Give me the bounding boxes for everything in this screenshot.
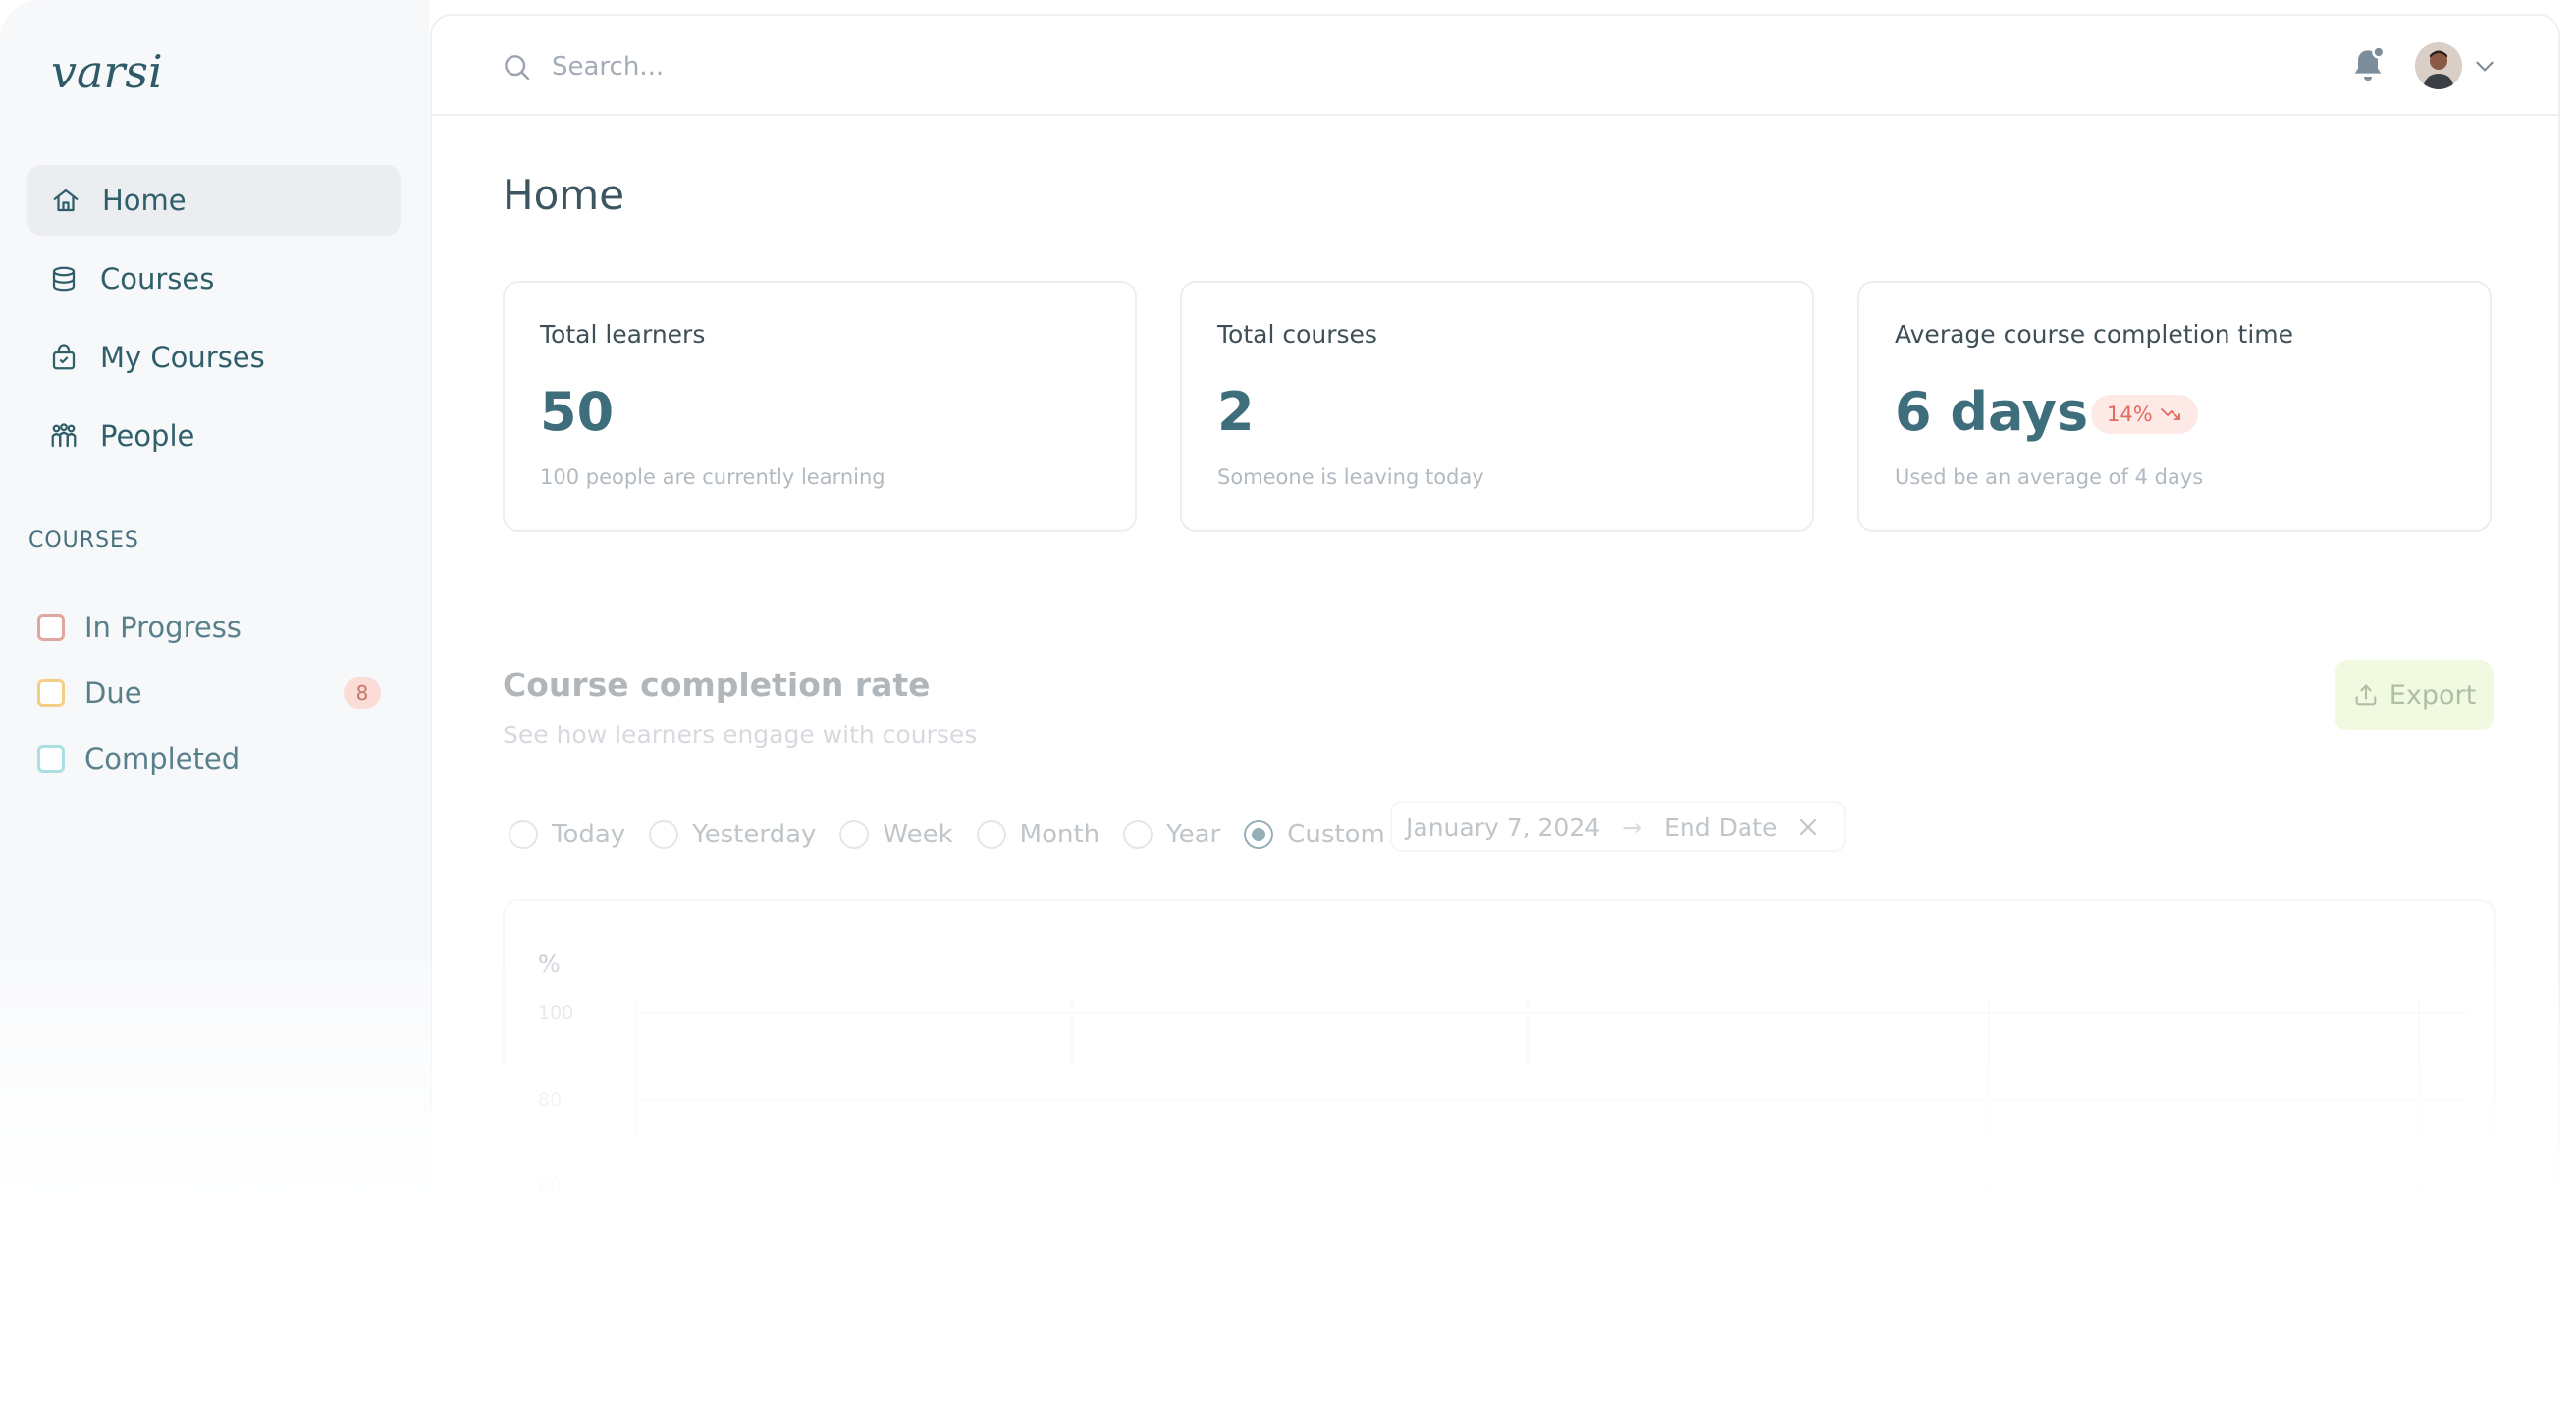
range-week[interactable]: Week [839, 820, 953, 849]
stat-card-total-courses: Total courses 2 Someone is leaving today [1180, 281, 1814, 532]
status-checkbox[interactable] [37, 613, 65, 641]
status-completed[interactable]: Completed [37, 726, 381, 791]
upload-icon [2355, 684, 2377, 706]
stat-value: 50 [540, 381, 615, 443]
range-year[interactable]: Year [1123, 820, 1220, 849]
stat-label: Total learners [540, 320, 706, 349]
chart-canvas: % 100 80 60 [538, 950, 2468, 1404]
stat-value: 2 [1217, 381, 1255, 443]
range-label: Year [1166, 820, 1221, 849]
due-count-badge: 8 [344, 677, 381, 709]
radio-circle[interactable] [649, 820, 679, 849]
status-checkbox[interactable] [37, 678, 65, 707]
app-window: varsi Home Courses My Courses People COU… [0, 0, 2576, 1404]
nav-item-people[interactable]: People [27, 401, 401, 471]
date-range-picker[interactable]: January 7, 2024 → End Date [1390, 801, 1846, 852]
top-bar [432, 16, 2558, 116]
status-checkbox[interactable] [37, 744, 65, 773]
status-in-progress[interactable]: In Progress [37, 594, 381, 660]
radio-circle[interactable] [1244, 820, 1274, 849]
nav-label-courses: Courses [100, 262, 215, 296]
radio-circle[interactable] [509, 820, 538, 849]
radio-circle[interactable] [839, 820, 870, 849]
y-tick-label: 60 [538, 1175, 562, 1197]
stat-label: Average course completion time [1895, 320, 2294, 349]
stat-card-total-learners: Total learners 50 100 people are current… [503, 281, 1137, 532]
nav-item-my-courses[interactable]: My Courses [27, 322, 401, 393]
people-icon [49, 421, 79, 451]
radio-circle[interactable] [976, 820, 1006, 849]
export-label: Export [2388, 679, 2477, 711]
trend-badge: 14% [2091, 395, 2198, 434]
nav-label-people: People [100, 419, 195, 453]
arrow-right-icon: → [1622, 812, 1643, 841]
chevron-down-icon[interactable] [2472, 55, 2497, 77]
completion-chart: % 100 80 60 [503, 899, 2496, 1404]
status-label: Completed [84, 741, 241, 776]
stat-card-avg-completion: Average course completion time 6 days 14… [1857, 281, 2492, 532]
section-subtitle: See how learners engage with courses [503, 721, 978, 749]
status-due[interactable]: Due 8 [37, 660, 381, 726]
end-date[interactable]: End Date [1664, 813, 1777, 841]
courses-section-label: COURSES [28, 528, 139, 553]
stat-value: 6 days [1895, 381, 2089, 443]
range-label: Week [883, 820, 953, 849]
stat-label: Total courses [1217, 320, 1377, 349]
stack-icon [49, 264, 79, 294]
start-date[interactable]: January 7, 2024 [1406, 813, 1600, 841]
stat-subtext: Someone is leaving today [1217, 465, 1484, 489]
bag-icon [49, 343, 79, 372]
nav-label-my-courses: My Courses [100, 341, 265, 374]
range-today[interactable]: Today [509, 820, 625, 849]
search-icon [505, 55, 530, 81]
range-custom[interactable]: Custom [1244, 820, 1385, 849]
sidebar: varsi Home Courses My Courses People COU… [0, 0, 429, 1404]
range-label: Today [552, 820, 626, 849]
range-label: Month [1019, 820, 1100, 849]
status-label: Due [84, 675, 142, 710]
course-status-list: In Progress Due 8 Completed [37, 594, 381, 791]
home-icon [51, 186, 80, 215]
nav-item-courses[interactable]: Courses [27, 243, 401, 314]
range-yesterday[interactable]: Yesterday [649, 820, 816, 849]
y-tick-label: 80 [538, 1089, 562, 1110]
page-title: Home [503, 171, 625, 219]
range-filters: Today Yesterday Week Month Year Custom [509, 809, 1409, 860]
trend-down-icon [2160, 408, 2180, 420]
brand-logo[interactable]: varsi [51, 44, 179, 103]
range-label: Custom [1287, 820, 1385, 849]
main-nav: Home Courses My Courses People [27, 165, 401, 479]
range-label: Yesterday [692, 820, 817, 849]
export-button[interactable]: Export [2334, 660, 2494, 730]
user-avatar[interactable] [2415, 42, 2462, 89]
trend-value: 14% [2107, 403, 2153, 426]
stats-cards: Total learners 50 100 people are current… [503, 281, 2496, 532]
notification-bell-icon[interactable] [2348, 45, 2388, 88]
search-input[interactable] [552, 43, 1435, 90]
range-month[interactable]: Month [976, 820, 1100, 849]
y-axis-label: % [538, 950, 561, 978]
radio-circle[interactable] [1123, 820, 1154, 849]
stat-subtext: 100 people are currently learning [540, 465, 886, 489]
status-label: In Progress [84, 610, 242, 644]
close-icon[interactable] [1795, 813, 1822, 840]
stat-subtext: Used be an average of 4 days [1895, 465, 2204, 489]
svg-text:varsi: varsi [51, 45, 163, 98]
nav-item-home[interactable]: Home [27, 165, 401, 236]
nav-label-home: Home [102, 184, 187, 217]
y-tick-label: 100 [538, 1002, 573, 1024]
section-title: Course completion rate [503, 666, 931, 704]
main-panel: Home Total learners 50 100 people are cu… [430, 14, 2560, 1404]
